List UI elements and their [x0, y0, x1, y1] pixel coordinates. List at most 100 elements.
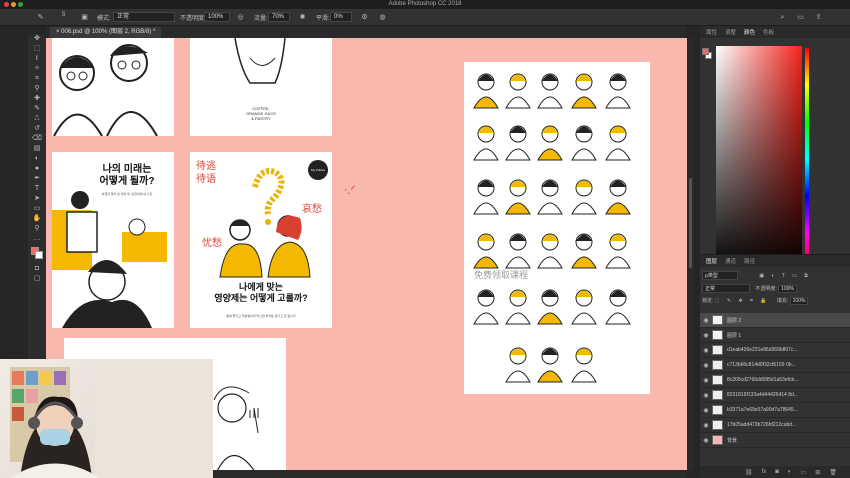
- screen-mode-icon[interactable]: ▢: [28, 274, 46, 284]
- brush-size[interactable]: 5: [62, 12, 65, 18]
- tab-paths[interactable]: 路径: [744, 257, 755, 265]
- layer-row[interactable]: ◉ 图层 1: [700, 328, 850, 343]
- pressure-opacity-icon[interactable]: ◎: [236, 13, 245, 22]
- color-swatches[interactable]: [28, 244, 46, 264]
- airbrush-icon[interactable]: ✺: [298, 13, 307, 22]
- link-icon[interactable]: ⛓: [745, 469, 753, 476]
- magic-wand-tool-icon[interactable]: ✧: [28, 64, 46, 74]
- hue-slider[interactable]: [805, 48, 809, 270]
- dodge-tool-icon[interactable]: ●: [28, 164, 46, 174]
- adjustment-icon[interactable]: ◐: [788, 469, 792, 475]
- background-swatch[interactable]: [35, 251, 43, 259]
- mask-icon[interactable]: ◙: [775, 469, 779, 475]
- flow-input[interactable]: 70%: [268, 12, 290, 22]
- avatar-figure: [571, 73, 597, 109]
- layer-row[interactable]: ◉ 图层 2: [700, 313, 850, 328]
- layer-row[interactable]: ◉ 8c205cd2766dd095d1a53efcb...: [700, 373, 850, 388]
- quick-mask-icon[interactable]: ◘: [28, 264, 46, 274]
- layer-row[interactable]: ◉ d1eab436e231e86d369b807c...: [700, 343, 850, 358]
- visibility-eye-icon[interactable]: ◉: [700, 422, 712, 429]
- visibility-eye-icon[interactable]: ◉: [700, 332, 712, 339]
- blur-tool-icon[interactable]: ◐: [28, 154, 46, 164]
- tab-adjustments[interactable]: 调整: [725, 28, 736, 36]
- zoom-tool-icon[interactable]: ⚲: [28, 224, 46, 234]
- mode-select[interactable]: 正常: [113, 12, 175, 22]
- scroll-thumb[interactable]: [689, 178, 692, 268]
- stamp-tool-icon[interactable]: ⎍: [28, 114, 46, 124]
- tab-properties[interactable]: 属性: [706, 28, 717, 36]
- document-tab[interactable]: × 006.psd @ 100% (图层 2, RGB/8) *: [50, 27, 162, 38]
- visibility-eye-icon[interactable]: ◉: [700, 407, 712, 414]
- visibility-eye-icon[interactable]: ◉: [700, 437, 712, 444]
- smooth-input[interactable]: 0%: [330, 12, 352, 22]
- webcam-person: [10, 359, 213, 478]
- more-tools-icon[interactable]: …: [28, 234, 46, 244]
- fx-icon[interactable]: fx: [762, 469, 767, 475]
- zoom-window-button[interactable]: [18, 2, 23, 7]
- layer-row[interactable]: ◉ 8231819f133a4d44426414 8d...: [700, 388, 850, 403]
- tab-color[interactable]: 颜色: [744, 28, 755, 36]
- avatar-figure: [571, 347, 597, 383]
- gradient-tool-icon[interactable]: ▤: [28, 144, 46, 154]
- pressure-size-icon[interactable]: ◍: [378, 13, 387, 22]
- brush-panel-icon[interactable]: ▣: [80, 13, 89, 22]
- pen-tool-icon[interactable]: ✒: [28, 174, 46, 184]
- tab-swatches[interactable]: 色板: [763, 28, 774, 36]
- artwork-card-people: [52, 38, 174, 136]
- layer-row[interactable]: ◉ c713b66c814d0f32cf6159 0b...: [700, 358, 850, 373]
- visibility-eye-icon[interactable]: ◉: [700, 392, 712, 399]
- layers-panel-tabs: 图层 通道 路径: [700, 255, 850, 267]
- color-picker-field[interactable]: [716, 46, 802, 272]
- visibility-eye-icon[interactable]: ◉: [700, 362, 712, 369]
- layer-opacity-input[interactable]: 100%: [778, 285, 797, 293]
- tab-layers[interactable]: 图层: [706, 257, 717, 265]
- smooth-options-icon[interactable]: ⚙: [360, 13, 369, 22]
- layer-row[interactable]: ◉ 17b05add473b726fd212cabd...: [700, 418, 850, 433]
- filter-icons[interactable]: ▣ ◐ T ▭ ⧉: [759, 273, 810, 279]
- visibility-eye-icon[interactable]: ◉: [700, 377, 712, 384]
- vertical-scrollbar[interactable]: [687, 38, 694, 470]
- brush-tool-icon[interactable]: ✎: [28, 104, 46, 114]
- avatar-figure: [505, 125, 531, 161]
- hand-tool-icon[interactable]: ✋: [28, 214, 46, 224]
- layer-name: d1eab436e231e86d369b807c...: [727, 347, 798, 353]
- foreground-color-swatch[interactable]: [702, 48, 709, 55]
- new-layer-icon[interactable]: ⊞: [815, 469, 820, 476]
- move-tool-icon[interactable]: ✥: [28, 34, 46, 44]
- lock-icons[interactable]: ⬚ ✎ ✥ ⌗ 🔒: [715, 298, 770, 304]
- layer-row[interactable]: ◉ 背景: [700, 433, 850, 448]
- lasso-tool-icon[interactable]: ℓ: [28, 54, 46, 64]
- layer-row[interactable]: ◉ b3371a7e69e57a90d7a78645...: [700, 403, 850, 418]
- webcam-overlay: [0, 359, 213, 478]
- eyedropper-tool-icon[interactable]: ⚲: [28, 84, 46, 94]
- fill-label: 填充:: [776, 298, 789, 304]
- close-window-button[interactable]: [4, 2, 9, 7]
- type-tool-icon[interactable]: T: [28, 184, 46, 194]
- visibility-eye-icon[interactable]: ◉: [700, 317, 712, 324]
- path-select-icon[interactable]: ➤: [28, 194, 46, 204]
- avatar-figure: [605, 233, 631, 269]
- crop-tool-icon[interactable]: ⌗: [28, 74, 46, 84]
- share-icon[interactable]: ⇪: [814, 13, 823, 22]
- marquee-tool-icon[interactable]: ⬚: [28, 44, 46, 54]
- search-icon[interactable]: ⌕: [778, 13, 787, 22]
- layer-name: 图层 2: [727, 317, 742, 324]
- folder-icon[interactable]: ▭: [801, 469, 807, 476]
- history-brush-icon[interactable]: ↺: [28, 124, 46, 134]
- blend-mode-select[interactable]: 正常: [702, 284, 750, 293]
- rectangle-tool-icon[interactable]: ▭: [28, 204, 46, 214]
- fill-input[interactable]: 100%: [789, 297, 809, 305]
- avatar-figure: [505, 289, 531, 325]
- opacity-input[interactable]: 100%: [204, 12, 230, 22]
- layer-thumbnail: [712, 330, 723, 340]
- visibility-eye-icon[interactable]: ◉: [700, 347, 712, 354]
- healing-tool-icon[interactable]: ✚: [28, 94, 46, 104]
- eraser-tool-icon[interactable]: ⌫: [28, 134, 46, 144]
- trash-icon[interactable]: 🗑: [829, 469, 837, 476]
- tab-channels[interactable]: 通道: [725, 257, 736, 265]
- workspace-icon[interactable]: ▭: [796, 13, 805, 22]
- brush-tool-icon[interactable]: ✎: [36, 13, 45, 22]
- minimize-window-button[interactable]: [11, 2, 16, 7]
- artwork-card-cafe: COFFEE, ORANGE JUICE & PASTRY: [190, 38, 332, 136]
- layer-filter-select[interactable]: ρ类型: [702, 271, 738, 280]
